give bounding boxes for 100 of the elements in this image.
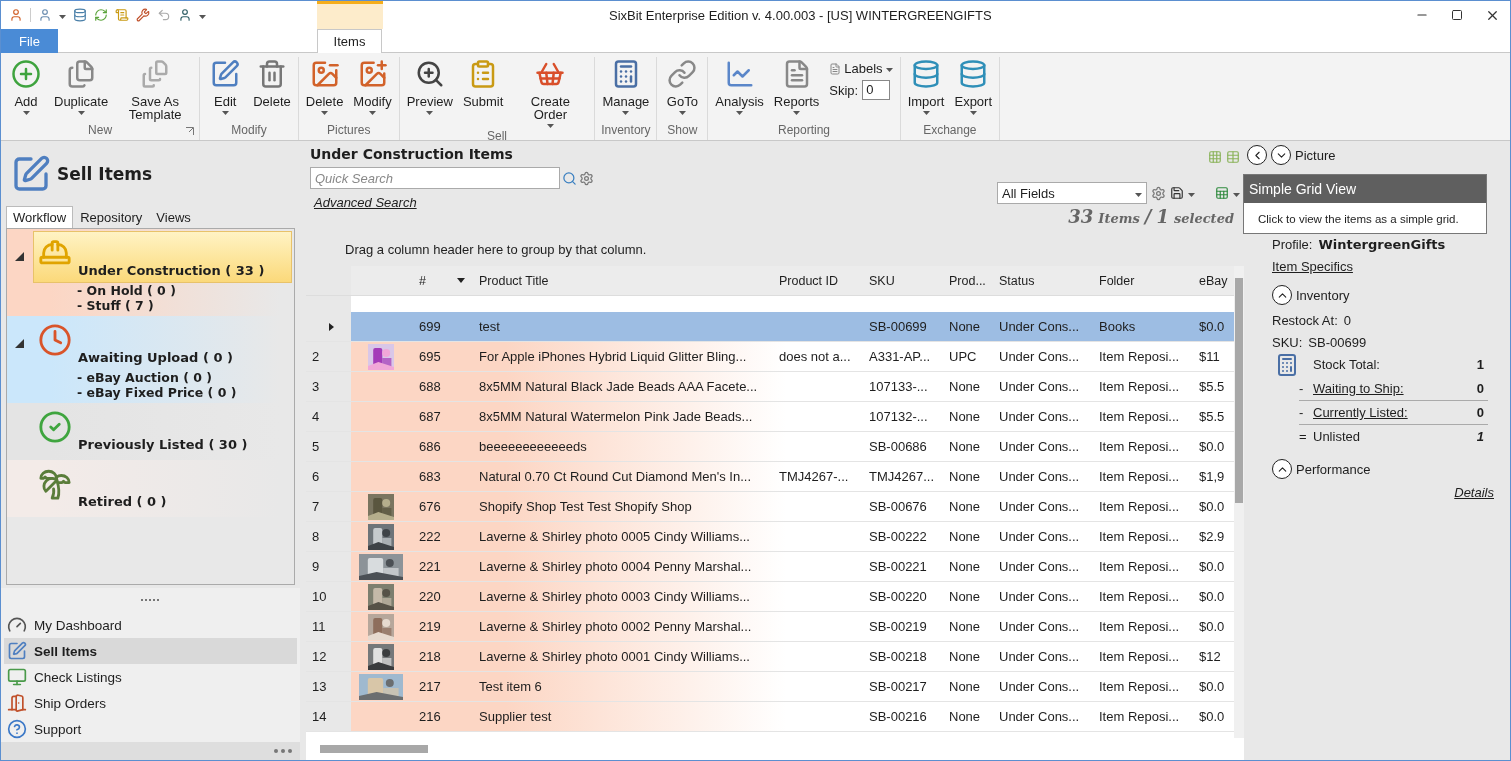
section-toggle[interactable] [1271,145,1291,165]
ribbon-button[interactable]: Edit [203,57,248,122]
column-header[interactable]: Prod... [941,266,991,295]
column-header[interactable]: Folder [1091,266,1191,295]
grid-row[interactable]: 10 220 Laverne & Shirley photo 0003 Cindy Williams... SB-00220 None Under Cons... Item Reposi... $0.0 [306,582,1234,612]
grid-row[interactable]: 13 217 Test item 6 SB-00217 None Under Cons... Item Reposi... $0.0 [306,672,1234,702]
skip-field[interactable]: 0 [862,80,891,100]
undo-icon[interactable] [157,8,171,22]
horizontal-scrollbar[interactable] [320,745,428,753]
spreadsheet-icon[interactable] [1215,186,1229,200]
file-tab[interactable]: File [1,29,58,53]
grid-row[interactable]: 5 686 beeeeeeeeeeeeds SB-00686 None Under Cons... Item Reposi... $0.0 [306,432,1234,462]
workflow-item[interactable]: Retired ( 0 ) [33,462,292,514]
person-icon[interactable] [178,8,192,22]
nav-item[interactable]: Check Listings [4,664,297,690]
grid-row[interactable]: 4 687 8x5MM Natural Watermelon Pink Jade Beads... 107132-... None Under Cons... Item Reposi... $5.5 [306,402,1234,432]
grid-row[interactable]: 6 683 Natural 0.70 Ct Round Cut Diamond Men's In... TMJ4267-... TMJ4267... None Under Cons... Item Reposi... $1,9 [306,462,1234,492]
grid-row[interactable]: 12 218 Laverne & Shirley photo 0001 Cindy Williams... SB-00218 None Under Cons... Item Reposi... $12 [306,642,1234,672]
ribbon-button[interactable]: Modify [349,57,396,122]
workflow-item[interactable]: Awaiting Upload ( 0 ) [33,318,292,370]
settings-icon[interactable] [579,170,594,186]
grid-row[interactable]: 8 222 Laverne & Shirley photo 0005 Cindy Williams... SB-00222 None Under Cons... Item Reposi... $2.9 [306,522,1234,552]
nav-item[interactable]: My Dashboard [4,612,297,638]
grid-view-icon[interactable] [1226,150,1240,164]
advanced-search-link[interactable]: Advanced Search [314,195,417,210]
table-cell: test [479,319,500,334]
ribbon-button[interactable]: Submit [458,57,508,128]
grid-row[interactable]: 14 216 Supplier test SB-00216 None Under Cons... Item Reposi... $0.0 [306,702,1234,732]
column-header[interactable]: Product ID [771,266,861,295]
refresh-icon[interactable] [94,8,108,22]
search-field[interactable]: Quick Search [310,167,560,189]
search-icon[interactable] [562,170,577,186]
ribbon-button[interactable]: Delete [249,57,295,122]
wrench-icon[interactable] [136,8,150,22]
workflow-subitem[interactable]: - eBay Auction ( 0 ) [77,370,212,385]
panel-tab[interactable]: Views [149,206,198,228]
back-button[interactable] [1247,145,1267,165]
documents-icon [140,59,171,89]
grid-row[interactable]: 9 221 Laverne & Shirley photo 0004 Penny Marshal... SB-00221 None Under Cons... Item Reposi... $0.0 [306,552,1234,582]
workflow-subitem[interactable]: - Stuff ( 7 ) [77,298,154,313]
settings-icon[interactable] [1151,185,1166,201]
grip-icon[interactable] [140,598,161,602]
group-label: New [88,122,113,139]
person-icon[interactable] [38,8,52,22]
grid-row[interactable]: 11 219 Laverne & Shirley photo 0002 Penny Marshal... SB-00219 None Under Cons... Item Reposi... $0.0 [306,612,1234,642]
nav-item[interactable]: Ship Orders [4,690,297,716]
person-icon[interactable] [9,8,23,22]
labels-button[interactable]: Labels [829,61,893,76]
grid-view-icon[interactable] [1208,150,1222,164]
ribbon-button[interactable]: Export [950,57,997,122]
caret-icon [1188,192,1195,197]
ribbon-button[interactable]: Duplicate [50,57,113,122]
ribbon-button[interactable]: Preview [402,57,457,128]
ribbon-button[interactable]: Add [4,57,48,122]
expander-icon[interactable] [15,252,24,261]
inventory-link[interactable]: Waiting to Ship: [1313,381,1404,396]
grid-row[interactable]: 7 676 Shopify Shop Test Test Shopify Shop SB-00676 None Under Cons... Item Reposi... $0.0 [306,492,1234,522]
field-dropdown[interactable]: All Fields [997,182,1147,204]
column-header[interactable]: # [411,266,471,295]
table-cell: Item Reposi... [1099,709,1180,724]
column-header[interactable]: SKU [861,266,941,295]
workflow-subitem[interactable]: - On Hold ( 0 ) [77,283,176,298]
more-icon[interactable] [274,749,292,753]
grid-row[interactable]: 3 688 8x5MM Natural Black Jade Beads AAA Facete... 107133-... None Under Cons... Item Reposi... $5.5 [306,372,1234,402]
ribbon-button[interactable]: Manage [598,57,654,122]
scroll-icon[interactable] [115,8,129,22]
ribbon-button[interactable]: Reports [769,57,824,122]
table-cell: 222 [419,529,441,544]
details-link[interactable]: Details [1454,485,1494,500]
workflow-item[interactable]: Previously Listed ( 30 ) [33,405,292,457]
grid-row[interactable]: 2 695 For Apple iPhones Hybrid Liquid Glitter Bling... does not a... A331-AP... UPC Under Cons... Item Reposi... $11 [306,342,1234,372]
ribbon-tab[interactable]: Items [317,29,382,53]
maximize-icon[interactable] [1451,9,1463,21]
ribbon-button[interactable]: Delete [301,57,348,122]
ribbon-button[interactable]: Analysis [711,57,768,122]
ribbon-button[interactable]: Import [903,57,949,122]
panel-tab[interactable]: Workflow [6,206,74,228]
section-toggle[interactable] [1272,285,1292,305]
panel-tab[interactable]: Repository [73,206,150,228]
ribbon-button[interactable]: Save As Template [114,57,197,122]
launcher-icon[interactable] [186,127,195,135]
ribbon-button[interactable]: GoTo [660,57,705,122]
vertical-scrollbar[interactable] [1234,266,1244,738]
column-header[interactable]: eBay [1191,266,1234,295]
item-specifics-link[interactable]: Item Specifics [1272,258,1353,274]
database-icon[interactable] [73,8,87,22]
ribbon-button[interactable]: Create Order [509,57,592,128]
workflow-subitem[interactable]: - eBay Fixed Price ( 0 ) [77,385,237,400]
nav-item[interactable]: Sell Items [4,638,297,664]
profile-value: WintergreenGifts [1318,236,1446,252]
table-cell: Item Reposi... [1099,649,1180,664]
inventory-link[interactable]: Currently Listed: [1313,405,1408,420]
column-header[interactable]: Status [991,266,1091,295]
expander-icon[interactable] [15,339,24,348]
section-toggle[interactable] [1272,459,1292,479]
nav-item[interactable]: Support [4,716,297,742]
grid-row[interactable]: 699 test SB-00699 None Under Cons... Books $0.0 [306,312,1234,342]
workflow-item[interactable]: Under Construction ( 33 ) [33,231,292,283]
column-header[interactable]: Product Title [471,266,771,295]
save-icon[interactable] [1170,186,1184,200]
